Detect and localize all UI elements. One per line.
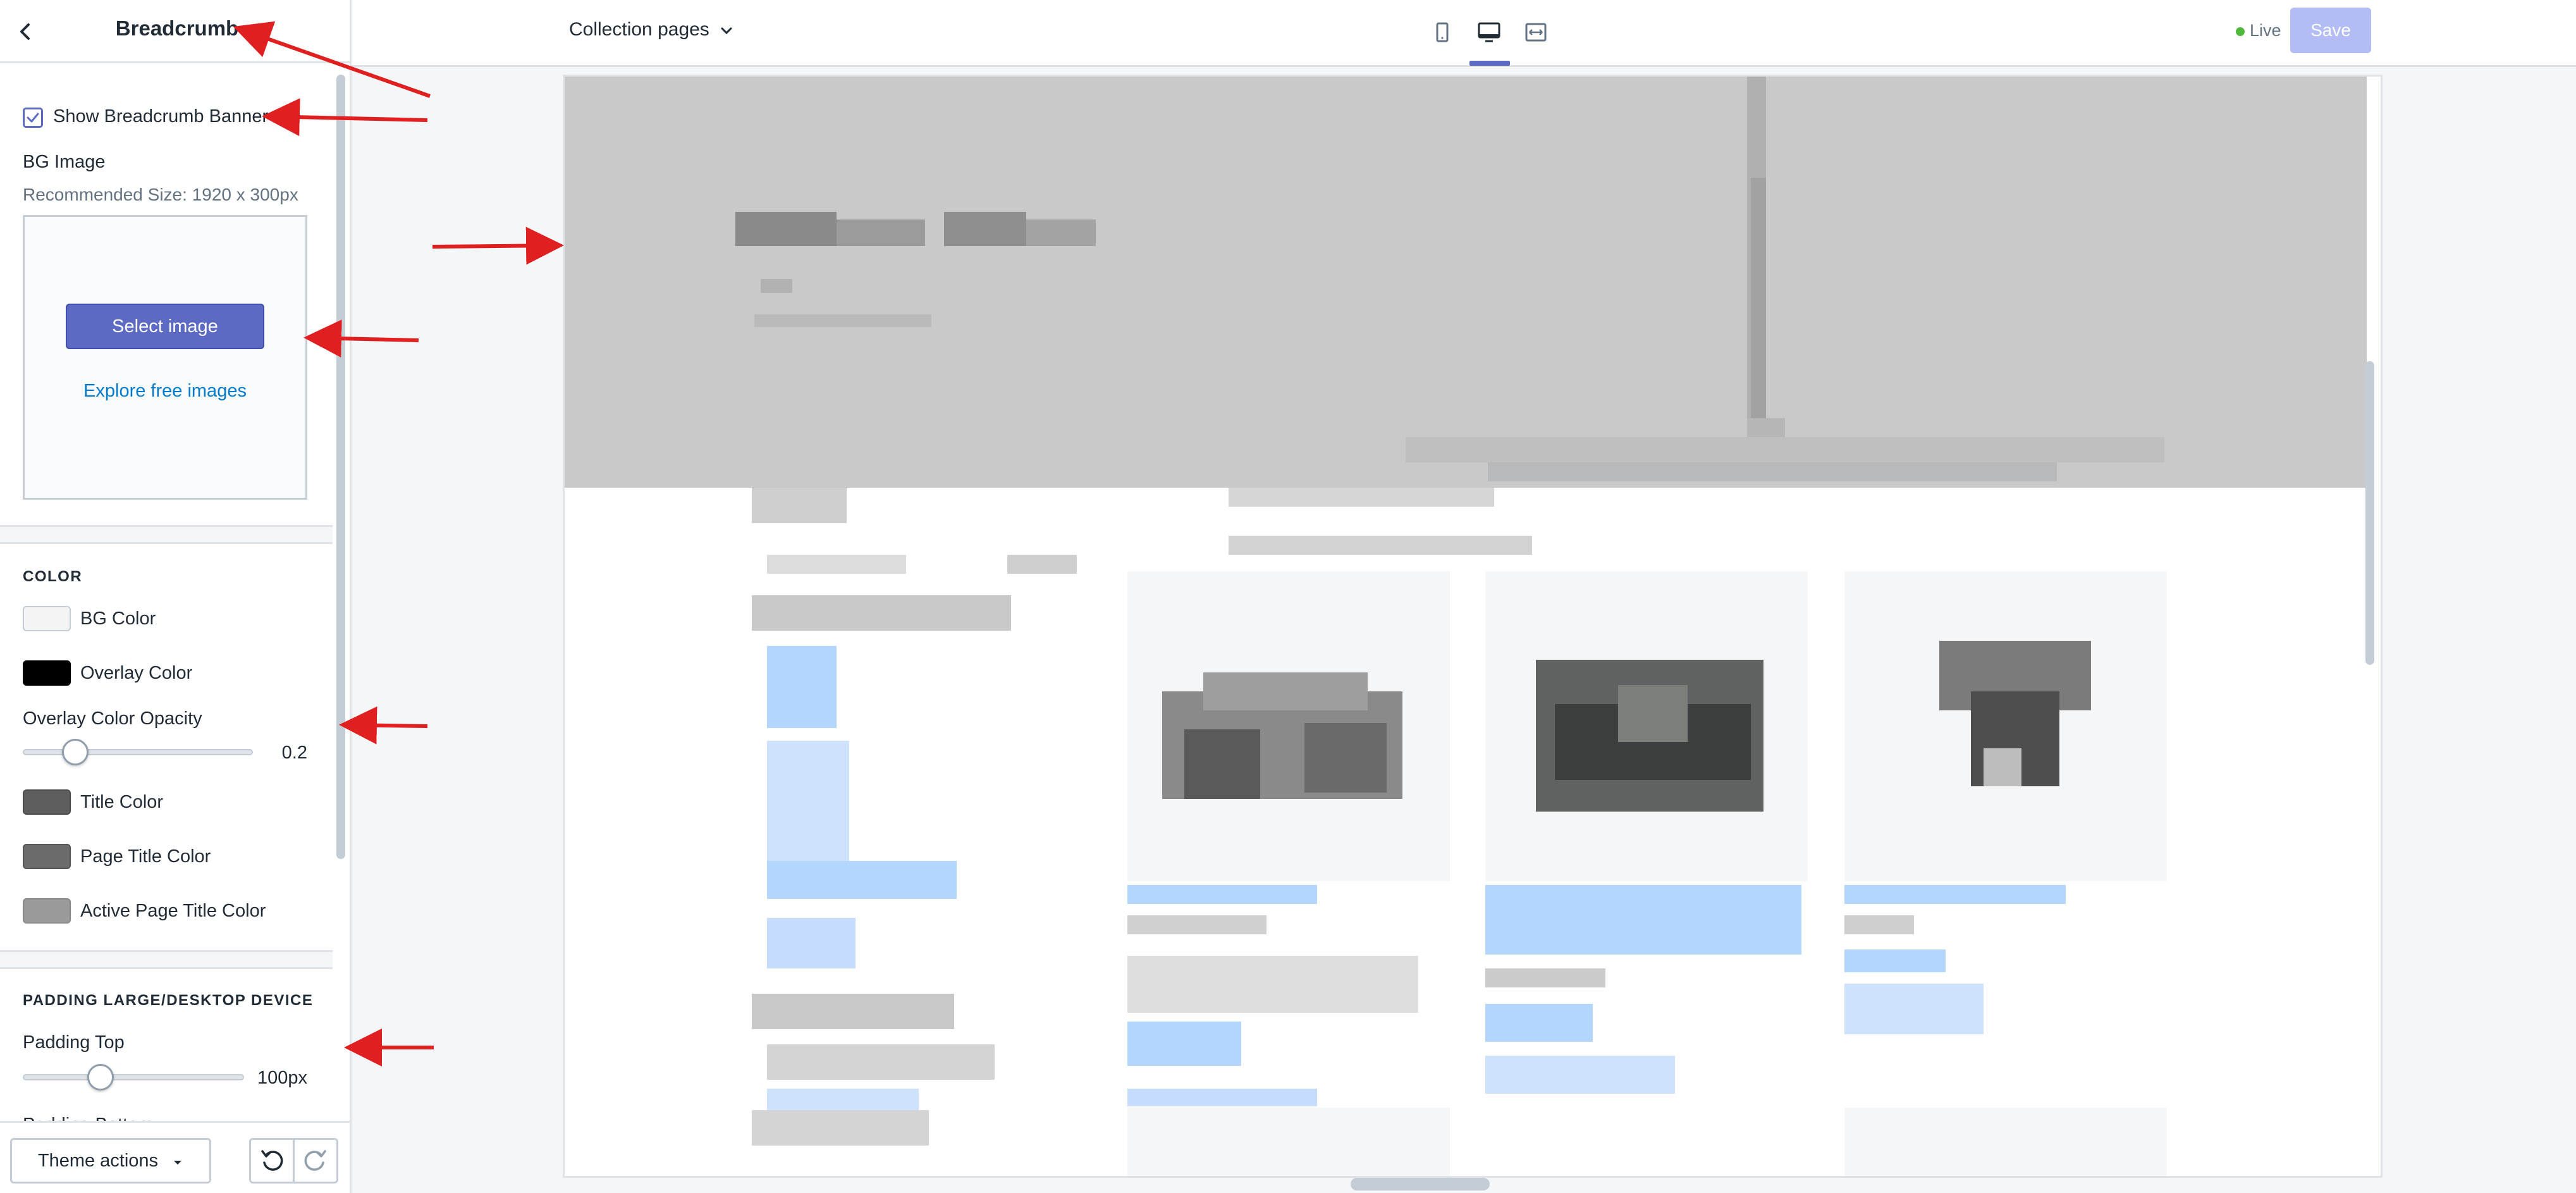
annotation-arrow	[262, 98, 428, 137]
annotation-arrow	[339, 706, 428, 745]
annotation-arrows	[233, 21, 564, 1066]
annotation-arrow	[304, 319, 419, 358]
annotation-arrow	[432, 226, 564, 265]
theme-editor: Breadcrumb Show Breadcrumb Banner BG Ima…	[0, 0, 2576, 1193]
annotation-arrow	[233, 21, 431, 98]
